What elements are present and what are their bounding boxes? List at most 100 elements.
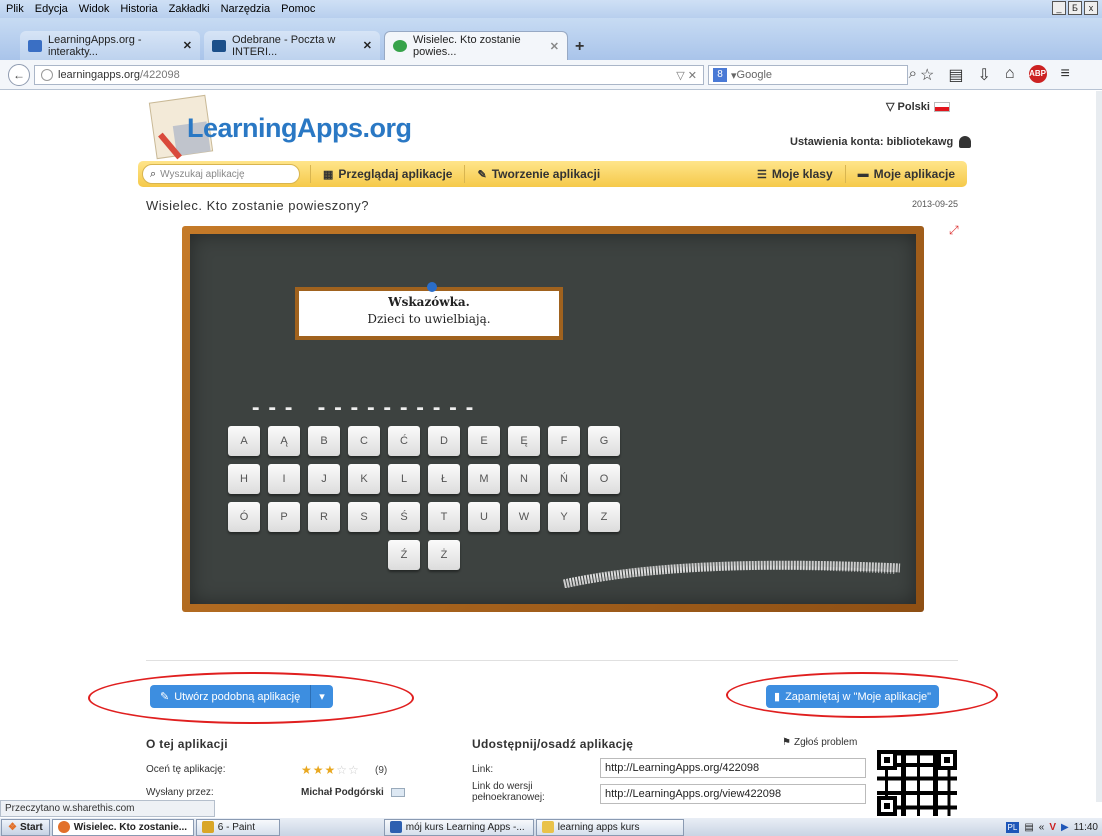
letter-key[interactable]: D bbox=[428, 426, 460, 456]
close-tab-icon[interactable]: ✕ bbox=[183, 39, 192, 52]
menu-item-widok[interactable]: Widok bbox=[79, 3, 110, 15]
hint-card: Wskazówka. Dzieci to uwielbiają. bbox=[295, 282, 563, 340]
letter-key[interactable]: P bbox=[268, 502, 300, 532]
letter-key[interactable]: Ł bbox=[428, 464, 460, 494]
menu-item-narzedzia[interactable]: Narzędzia bbox=[221, 3, 271, 15]
nav-my-apps[interactable]: ▬ Moje aplikacje bbox=[844, 165, 967, 183]
minimize-button[interactable]: _ bbox=[1052, 1, 1066, 15]
nav-my-classes[interactable]: ☰ Moje klasy bbox=[745, 165, 845, 183]
letter-key[interactable]: Ź bbox=[388, 540, 420, 570]
letter-key[interactable]: Ę bbox=[508, 426, 540, 456]
letter-key[interactable]: H bbox=[228, 464, 260, 494]
letter-key[interactable]: Ó bbox=[228, 502, 260, 532]
star-icon[interactable]: ☆ bbox=[920, 65, 934, 85]
menu-item-zakladki[interactable]: Zakładki bbox=[169, 3, 210, 15]
fullscreen-link-label-2: pełnoekranowej: bbox=[472, 792, 545, 803]
letter-key[interactable]: R bbox=[308, 502, 340, 532]
close-window-button[interactable]: x bbox=[1084, 1, 1098, 15]
link-field[interactable]: http://LearningApps.org/422098 bbox=[600, 758, 866, 778]
back-button[interactable]: ← bbox=[8, 64, 30, 86]
letter-key[interactable]: C bbox=[348, 426, 380, 456]
author-name[interactable]: Michał Podgórski bbox=[301, 787, 384, 798]
taskbar-item-paint[interactable]: 6 - Paint bbox=[195, 818, 280, 836]
new-tab-button[interactable]: + bbox=[575, 38, 584, 56]
letter-key[interactable]: J bbox=[308, 464, 340, 494]
letter-key[interactable]: T bbox=[428, 502, 460, 532]
learningapps-icon bbox=[28, 39, 42, 52]
adblock-icon[interactable]: ABP bbox=[1028, 65, 1047, 83]
restore-button[interactable]: Б bbox=[1068, 1, 1082, 15]
letter-key[interactable]: Z bbox=[588, 502, 620, 532]
bookmarks-icon[interactable]: ▤ bbox=[948, 65, 963, 85]
language-indicator[interactable]: PL bbox=[1005, 821, 1020, 833]
tab-label: Wisielec. Kto zostanie powies... bbox=[413, 34, 521, 58]
tray-expand-icon[interactable]: « bbox=[1039, 822, 1045, 833]
nav-create-apps[interactable]: ✎ Tworzenie aplikacji bbox=[464, 165, 612, 183]
menu-item-historia[interactable]: Historia bbox=[120, 3, 157, 15]
fullscreen-link-field[interactable]: http://LearningApps.org/view422098 bbox=[600, 784, 866, 804]
letter-key[interactable]: B bbox=[308, 426, 340, 456]
letter-key[interactable]: Ś bbox=[388, 502, 420, 532]
letter-key[interactable]: Y bbox=[548, 502, 580, 532]
search-icon[interactable]: ⌕ bbox=[909, 65, 917, 82]
menu-item-edycja[interactable]: Edycja bbox=[35, 3, 68, 15]
account-settings[interactable]: Ustawienia konta: bibliotekawg bbox=[790, 136, 972, 148]
nav-label: Przeglądaj aplikacje bbox=[338, 167, 453, 181]
mail-icon[interactable] bbox=[391, 788, 405, 797]
letter-key[interactable]: M bbox=[468, 464, 500, 494]
taskbar-item-firefox[interactable]: Wisielec. Kto zostanie... bbox=[51, 818, 194, 836]
letter-key[interactable]: S bbox=[348, 502, 380, 532]
tab-learningapps[interactable]: LearningApps.org - interakty... ✕ bbox=[20, 31, 200, 60]
menu-bar: Plik Edycja Widok Historia Zakładki Narz… bbox=[0, 0, 1102, 18]
letter-key[interactable]: N bbox=[508, 464, 540, 494]
letter-key[interactable]: I bbox=[268, 464, 300, 494]
rating-count: (9) bbox=[375, 765, 388, 776]
interia-icon bbox=[212, 39, 226, 52]
word-icon bbox=[389, 821, 402, 833]
home-icon[interactable]: ⌂ bbox=[1005, 65, 1015, 85]
letter-key[interactable]: G bbox=[588, 426, 620, 456]
letter-key[interactable]: K bbox=[348, 464, 380, 494]
arrow-icon[interactable]: ▶ bbox=[1061, 822, 1069, 833]
site-logo[interactable]: LearningApps.org bbox=[187, 113, 412, 144]
url-path: /422098 bbox=[139, 69, 180, 81]
letter-key[interactable]: E bbox=[468, 426, 500, 456]
menu-item-pomoc[interactable]: Pomoc bbox=[281, 3, 315, 15]
start-button[interactable]: ❖ Start bbox=[1, 818, 50, 836]
close-tab-icon[interactable]: ✕ bbox=[550, 40, 559, 53]
shield-icon[interactable]: V bbox=[1049, 822, 1056, 833]
letter-key[interactable]: F bbox=[548, 426, 580, 456]
tab-wisielec[interactable]: Wisielec. Kto zostanie powies... ✕ bbox=[384, 31, 568, 60]
taskbar-item-word[interactable]: mój kurs Learning Apps -... bbox=[383, 818, 534, 836]
letter-key[interactable]: U bbox=[468, 502, 500, 532]
language-selector[interactable]: ▽ Polski bbox=[886, 100, 950, 113]
close-tab-icon[interactable]: ✕ bbox=[363, 39, 372, 52]
link-label: Link: bbox=[472, 764, 494, 775]
letter-key[interactable]: O bbox=[588, 464, 620, 494]
letter-key[interactable]: A bbox=[228, 426, 260, 456]
download-icon[interactable]: ⇩ bbox=[977, 65, 990, 85]
letter-key[interactable]: Ń bbox=[548, 464, 580, 494]
app-search-input[interactable]: ⌕ Wyszukaj aplikację bbox=[142, 164, 300, 184]
folder-icon bbox=[541, 821, 554, 833]
empty-star-icon[interactable]: ☆☆ bbox=[336, 763, 360, 777]
search-bar[interactable]: 8 ▾ Google ⌕ bbox=[708, 65, 917, 85]
url-actions[interactable]: ▽ ✕ bbox=[676, 69, 697, 82]
menu-icon[interactable]: ≡ bbox=[1061, 65, 1070, 85]
nav-browse-apps[interactable]: ▦ Przeglądaj aplikacje bbox=[310, 165, 464, 183]
address-bar[interactable]: learningapps.org/422098 ▽ ✕ bbox=[34, 65, 704, 85]
letter-key[interactable]: Ż bbox=[428, 540, 460, 570]
filled-star-icon[interactable]: ★★★ bbox=[301, 763, 336, 777]
letter-key[interactable]: Ć bbox=[388, 426, 420, 456]
letter-key[interactable]: L bbox=[388, 464, 420, 494]
report-problem-link[interactable]: ⚑ Zgłoś problem bbox=[782, 737, 857, 748]
letter-key[interactable]: Ą bbox=[268, 426, 300, 456]
rating-stars[interactable]: ★★★☆☆ bbox=[301, 763, 360, 777]
printer-icon[interactable]: ▤ bbox=[1024, 822, 1033, 833]
tab-interia[interactable]: Odebrane - Poczta w INTERI... ✕ bbox=[204, 31, 380, 60]
taskbar-item-folder[interactable]: learning apps kurs bbox=[535, 818, 684, 836]
fullscreen-icon[interactable]: ⤢ bbox=[949, 223, 959, 238]
page-scrollbar[interactable] bbox=[1096, 91, 1102, 802]
menu-item-plik[interactable]: Plik bbox=[6, 3, 24, 15]
letter-key[interactable]: W bbox=[508, 502, 540, 532]
